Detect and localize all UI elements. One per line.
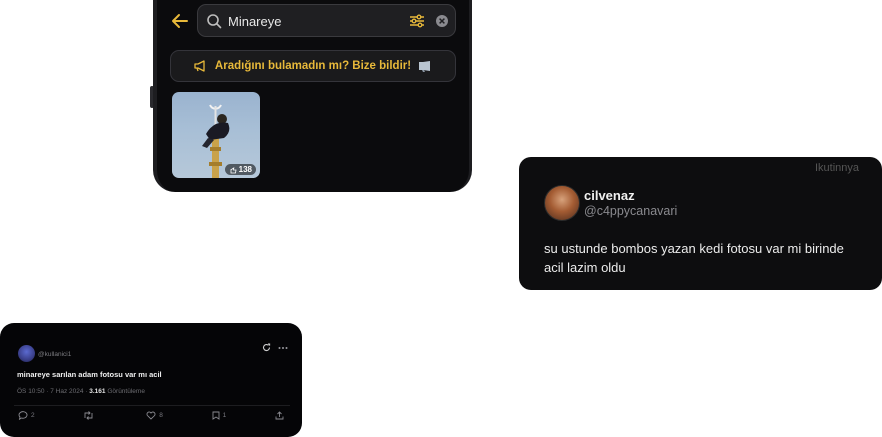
share-icon [275, 411, 284, 420]
divider [14, 405, 290, 406]
search-input[interactable]: Minareye [228, 14, 281, 29]
mini-tweet: @kullanici1 minareye sarılan adam fotosu… [0, 323, 302, 437]
follow-button-ghost[interactable]: Ikutinnya [797, 157, 877, 179]
tweet-actions: 2 8 1 [18, 411, 284, 420]
tweet-meta: ÖS 10:50 · 7 Haz 2024 · 3.161 Görüntülem… [17, 388, 145, 395]
tweet-top-icons [262, 343, 288, 352]
views-icon [230, 166, 237, 173]
reply-icon [18, 411, 28, 420]
tweet-views-label: Görüntüleme [105, 388, 145, 395]
more-icon[interactable] [278, 346, 288, 350]
refresh-icon[interactable] [262, 343, 271, 352]
tweet-text: minareye sarılan adam fotosu var mı acil [17, 370, 162, 379]
avatar[interactable] [18, 345, 35, 362]
speaker-icon [419, 61, 431, 72]
retweet-icon [84, 411, 93, 420]
clear-icon[interactable] [435, 14, 449, 28]
display-name[interactable]: cilvenaz [584, 188, 635, 203]
view-count-badge: 138 [224, 164, 256, 175]
bookmark-count: 1 [222, 412, 227, 419]
result-thumbnail[interactable]: 138 [172, 92, 260, 178]
like-button[interactable]: 8 [146, 411, 163, 420]
tweet-time: ÖS 10:50 · 7 Haz 2024 · [17, 388, 90, 395]
user-handle[interactable]: @kullanici1 [38, 351, 71, 358]
avatar[interactable] [544, 185, 580, 221]
tweet-views: 3.161 [89, 388, 106, 395]
tweet-text: su ustunde bombos yazan kedi fotosu var … [544, 241, 844, 275]
report-banner[interactable]: Aradığını bulamadın mı? Bize bildir! [170, 50, 456, 82]
search-screen: Minareye Aradığını bulamadın mı? Bize bi… [153, 0, 472, 192]
share-button[interactable] [275, 411, 284, 420]
like-count: 8 [159, 412, 163, 419]
like-icon [146, 411, 156, 420]
back-arrow-icon[interactable] [169, 10, 191, 32]
bookmark-icon [212, 411, 220, 420]
search-icon [207, 14, 222, 29]
search-bar[interactable]: Minareye [197, 4, 456, 37]
user-handle[interactable]: @c4ppycanavari [584, 204, 677, 218]
tweet-card: Ikutinnya cilvenaz @c4ppycanavari su ust… [519, 157, 882, 290]
report-banner-text: Aradığını bulamadın mı? Bize bildir! [214, 60, 412, 72]
reply-button[interactable]: 2 [18, 411, 35, 420]
view-count: 138 [238, 165, 252, 174]
reply-count: 2 [31, 412, 35, 419]
bookmark-button[interactable]: 1 [212, 411, 227, 420]
megaphone-icon [194, 60, 205, 72]
retweet-button[interactable] [83, 411, 97, 420]
filter-icon[interactable] [409, 13, 425, 29]
